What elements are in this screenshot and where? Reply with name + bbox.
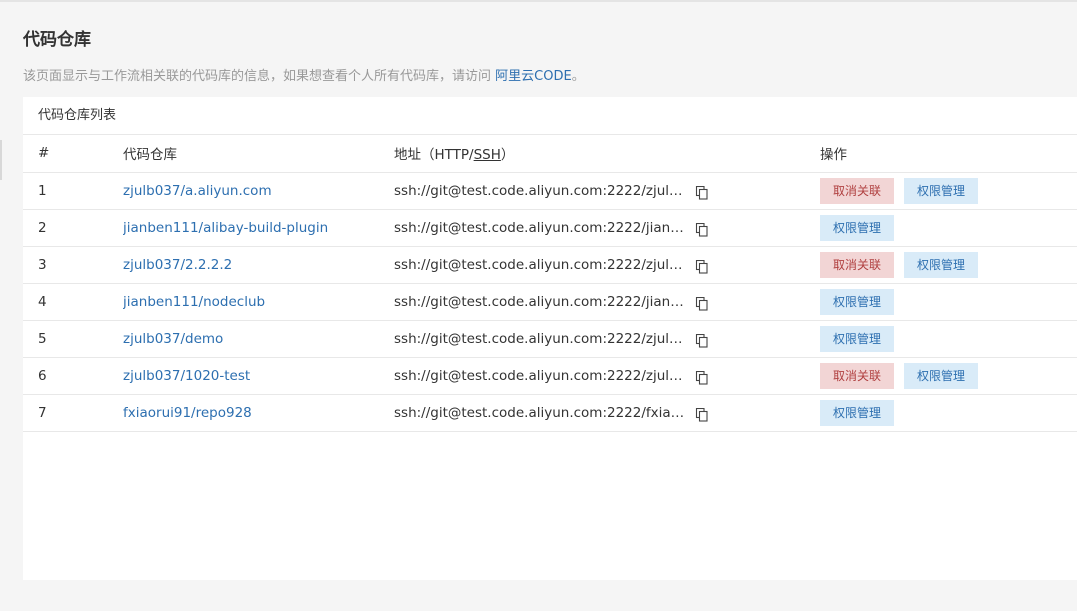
col-header-address: 地址（HTTP/SSH） [394, 135, 820, 173]
address-wrap: ssh://git@test.code.aliyun.com:2222/jian… [394, 293, 820, 311]
ops-group: 权限管理 [820, 325, 1077, 352]
table-row: 5 zjulb037/demo ssh://git@test.code.aliy… [23, 320, 1077, 358]
page-description-suffix: 。 [571, 69, 585, 84]
panel-title: 代码仓库列表 [23, 97, 1077, 135]
page-description-text: 该页面显示与工作流相关联的代码库的信息，如果想查看个人所有代码库，请访问 [23, 69, 496, 84]
row-num: 3 [23, 246, 123, 284]
address-cell: ssh://git@test.code.aliyun.com:2222/zjul… [394, 246, 820, 284]
left-edge-marker [0, 140, 2, 180]
row-num: 6 [23, 357, 123, 395]
permission-button[interactable]: 权限管理 [820, 325, 895, 352]
repo-address: ssh://git@test.code.aliyun.com:2222/zjul… [394, 256, 688, 273]
address-cell: ssh://git@test.code.aliyun.com:2222/zjul… [394, 320, 820, 358]
ops-group: 取消关联 权限管理 [820, 177, 1077, 204]
repo-address: ssh://git@test.code.aliyun.com:2222/zjul… [394, 367, 688, 384]
row-num: 4 [23, 283, 123, 321]
copy-icon[interactable] [695, 185, 709, 200]
ops-group: 权限管理 [820, 214, 1077, 241]
address-cell: ssh://git@test.code.aliyun.com:2222/zjul… [394, 357, 820, 395]
repo-cell: zjulb037/demo [123, 320, 394, 358]
col-header-address-prefix: 地址（HTTP/ [394, 147, 474, 164]
page-title: 代码仓库 [23, 30, 91, 50]
copy-icon[interactable] [695, 370, 709, 385]
permission-button[interactable]: 权限管理 [904, 251, 979, 278]
ops-cell: 权限管理 [820, 394, 1077, 432]
address-wrap: ssh://git@test.code.aliyun.com:2222/zjul… [394, 367, 820, 385]
address-wrap: ssh://git@test.code.aliyun.com:2222/jian… [394, 219, 820, 237]
repo-table: # 代码仓库 地址（HTTP/SSH） 操作 1 zjulb037/a.aliy… [23, 135, 1077, 432]
col-header-ssh-toggle[interactable]: SSH [474, 147, 501, 163]
ops-group: 取消关联 权限管理 [820, 362, 1077, 389]
table-row: 2 jianben111/alibay-build-plugin ssh://g… [23, 209, 1077, 247]
row-num: 7 [23, 394, 123, 432]
address-wrap: ssh://git@test.code.aliyun.com:2222/fxia… [394, 404, 820, 422]
permission-button[interactable]: 权限管理 [820, 214, 895, 241]
repo-address: ssh://git@test.code.aliyun.com:2222/zjul… [394, 330, 688, 347]
repo-cell: zjulb037/a.aliyun.com [123, 172, 394, 210]
col-header-ops: 操作 [820, 135, 1077, 173]
permission-button[interactable]: 权限管理 [904, 177, 979, 204]
table-row: 3 zjulb037/2.2.2.2 ssh://git@test.code.a… [23, 246, 1077, 284]
page-description: 该页面显示与工作流相关联的代码库的信息，如果想查看个人所有代码库，请访问 阿里云… [23, 67, 585, 87]
col-header-repo: 代码仓库 [123, 135, 394, 173]
ops-group: 取消关联 权限管理 [820, 251, 1077, 278]
copy-icon[interactable] [695, 259, 709, 274]
ops-cell: 取消关联 权限管理 [820, 246, 1077, 284]
aliyun-code-link[interactable]: 阿里云CODE [495, 69, 572, 84]
ops-cell: 取消关联 权限管理 [820, 172, 1077, 210]
ops-cell: 取消关联 权限管理 [820, 357, 1077, 395]
copy-icon[interactable] [695, 407, 709, 422]
repo-cell: fxiaorui91/repo928 [123, 394, 394, 432]
unlink-button[interactable]: 取消关联 [820, 177, 895, 204]
table-row: 4 jianben111/nodeclub ssh://git@test.cod… [23, 283, 1077, 321]
repo-cell: zjulb037/1020-test [123, 357, 394, 395]
row-num: 2 [23, 209, 123, 247]
copy-icon[interactable] [695, 296, 709, 311]
address-cell: ssh://git@test.code.aliyun.com:2222/jian… [394, 283, 820, 321]
repo-cell: jianben111/alibay-build-plugin [123, 209, 394, 247]
col-header-address-suffix: ） [500, 147, 515, 164]
permission-button[interactable]: 权限管理 [904, 362, 979, 389]
repo-address: ssh://git@test.code.aliyun.com:2222/zjul… [394, 182, 688, 199]
permission-button[interactable]: 权限管理 [820, 288, 895, 315]
repo-link[interactable]: zjulb037/a.aliyun.com [123, 183, 272, 199]
table-header-row: # 代码仓库 地址（HTTP/SSH） 操作 [23, 135, 1077, 173]
address-wrap: ssh://git@test.code.aliyun.com:2222/zjul… [394, 256, 820, 274]
repo-link[interactable]: fxiaorui91/repo928 [123, 405, 252, 421]
table-row: 7 fxiaorui91/repo928 ssh://git@test.code… [23, 394, 1077, 432]
address-wrap: ssh://git@test.code.aliyun.com:2222/zjul… [394, 182, 820, 200]
unlink-button[interactable]: 取消关联 [820, 362, 895, 389]
ops-cell: 权限管理 [820, 209, 1077, 247]
repo-address: ssh://git@test.code.aliyun.com:2222/fxia… [394, 404, 688, 421]
repo-cell: zjulb037/2.2.2.2 [123, 246, 394, 284]
col-header-num: # [23, 135, 123, 173]
address-cell: ssh://git@test.code.aliyun.com:2222/zjul… [394, 172, 820, 210]
copy-icon[interactable] [695, 222, 709, 237]
repo-link[interactable]: zjulb037/demo [123, 331, 223, 347]
unlink-button[interactable]: 取消关联 [820, 251, 895, 278]
repo-address: ssh://git@test.code.aliyun.com:2222/jian… [394, 293, 688, 310]
repo-link[interactable]: jianben111/alibay-build-plugin [123, 220, 328, 236]
table-row: 1 zjulb037/a.aliyun.com ssh://git@test.c… [23, 172, 1077, 210]
copy-icon[interactable] [695, 333, 709, 348]
ops-group: 权限管理 [820, 288, 1077, 315]
address-wrap: ssh://git@test.code.aliyun.com:2222/zjul… [394, 330, 820, 348]
row-num: 1 [23, 172, 123, 210]
repo-table-body: 1 zjulb037/a.aliyun.com ssh://git@test.c… [23, 172, 1077, 432]
table-row: 6 zjulb037/1020-test ssh://git@test.code… [23, 357, 1077, 395]
top-border [0, 0, 1077, 2]
ops-cell: 权限管理 [820, 283, 1077, 321]
repo-link[interactable]: zjulb037/2.2.2.2 [123, 257, 232, 273]
repo-link[interactable]: zjulb037/1020-test [123, 368, 250, 384]
repo-cell: jianben111/nodeclub [123, 283, 394, 321]
row-num: 5 [23, 320, 123, 358]
repo-list-panel: 代码仓库列表 # 代码仓库 地址（HTTP/SSH） 操作 1 zjulb037… [23, 97, 1077, 580]
ops-cell: 权限管理 [820, 320, 1077, 358]
address-cell: ssh://git@test.code.aliyun.com:2222/fxia… [394, 394, 820, 432]
ops-group: 权限管理 [820, 399, 1077, 426]
repo-link[interactable]: jianben111/nodeclub [123, 294, 265, 310]
repo-address: ssh://git@test.code.aliyun.com:2222/jian… [394, 219, 688, 236]
address-cell: ssh://git@test.code.aliyun.com:2222/jian… [394, 209, 820, 247]
permission-button[interactable]: 权限管理 [820, 399, 895, 426]
